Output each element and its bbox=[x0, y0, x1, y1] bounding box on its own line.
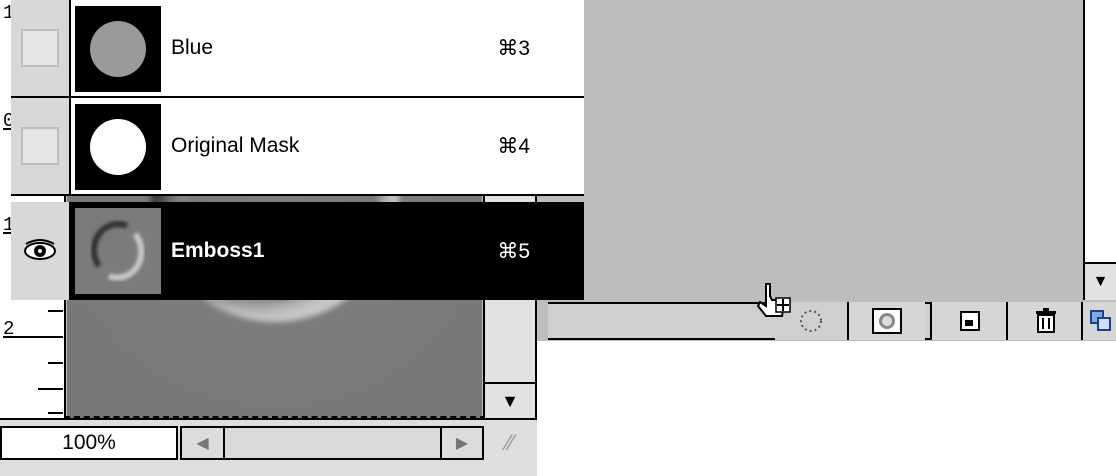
visibility-toggle[interactable] bbox=[11, 0, 71, 96]
channel-shortcut: ⌘4 bbox=[497, 134, 530, 158]
palette-scroll-down-icon[interactable]: ▼ bbox=[1083, 262, 1116, 300]
channel-shortcut: ⌘5 bbox=[497, 239, 530, 263]
scroll-down-arrow-icon[interactable]: ▼ bbox=[483, 382, 535, 418]
palette-scrollbar[interactable] bbox=[1083, 0, 1116, 300]
channel-name: Blue bbox=[171, 36, 214, 59]
save-selection-icon bbox=[872, 308, 902, 334]
channel-row-original-mask[interactable]: Original Mask ⌘4 bbox=[11, 98, 584, 196]
channel-name: Original Mask bbox=[171, 134, 300, 157]
channel-row-emboss1[interactable]: Emboss1 ⌘5 bbox=[11, 202, 584, 300]
ruler-label: 2 bbox=[3, 318, 15, 340]
new-channel-icon bbox=[960, 311, 980, 331]
white-circle-icon bbox=[90, 119, 146, 175]
delete-channel-button[interactable] bbox=[1006, 302, 1083, 340]
palette-menu-button[interactable] bbox=[1081, 302, 1116, 340]
scroll-right-arrow-icon[interactable]: ▶ bbox=[440, 426, 484, 460]
new-channel-button[interactable] bbox=[930, 302, 1008, 340]
palette-menu-icon bbox=[1089, 310, 1111, 331]
zoom-level-field[interactable]: 100% bbox=[0, 426, 178, 460]
resize-grip-icon[interactable]: ⁄⁄ bbox=[486, 426, 534, 460]
emboss-ring-icon bbox=[90, 221, 145, 281]
save-selection-button[interactable] bbox=[847, 302, 925, 340]
channel-name: Emboss1 bbox=[171, 239, 265, 262]
visibility-toggle[interactable] bbox=[11, 98, 71, 194]
scroll-left-arrow-icon[interactable]: ◀ bbox=[180, 426, 225, 460]
channel-thumbnail bbox=[75, 6, 161, 92]
channel-thumbnail bbox=[75, 104, 161, 190]
visibility-empty-box bbox=[21, 127, 59, 165]
channels-palette bbox=[537, 0, 1116, 341]
horizontal-scrollbar[interactable] bbox=[180, 426, 482, 460]
load-selection-icon bbox=[800, 310, 822, 332]
visibility-toggle[interactable] bbox=[11, 202, 71, 300]
channel-shortcut: ⌘3 bbox=[497, 36, 530, 60]
gray-circle-icon bbox=[90, 21, 146, 77]
visibility-empty-box bbox=[21, 29, 59, 67]
channel-thumbnail bbox=[75, 208, 161, 294]
hand-grab-cursor-icon bbox=[756, 283, 791, 317]
trash-icon bbox=[1035, 308, 1056, 333]
eye-icon bbox=[24, 239, 56, 260]
channel-row-blue[interactable]: Blue ⌘3 bbox=[11, 0, 584, 98]
